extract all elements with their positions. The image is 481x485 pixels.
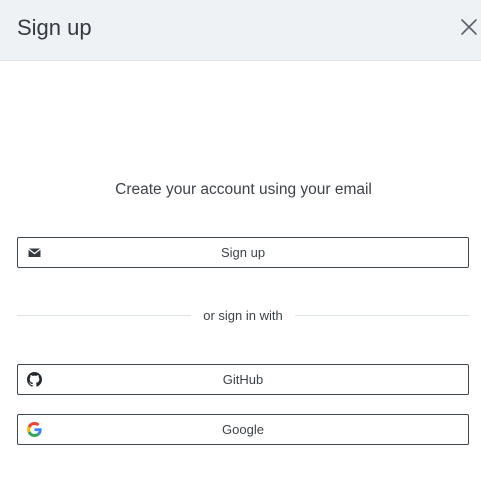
signup-subtitle: Create your account using your email	[115, 181, 372, 198]
dialog-header: Sign up	[0, 0, 481, 61]
email-signup-button[interactable]: Sign up	[17, 237, 469, 268]
close-icon[interactable]	[459, 17, 479, 37]
email-signup-label: Sign up	[220, 245, 266, 260]
google-signin-button[interactable]: Google	[17, 414, 469, 445]
github-signin-button[interactable]: GitHub	[17, 364, 469, 395]
divider-text: or sign in with	[203, 308, 283, 323]
signup-dialog: Sign up Create your account using your e…	[0, 0, 481, 485]
sign-in-divider: or sign in with	[17, 306, 469, 326]
divider-line-left	[17, 315, 191, 316]
divider-line-right	[295, 315, 469, 316]
github-label: GitHub	[222, 372, 264, 387]
google-label: Google	[222, 422, 264, 437]
dialog-title: Sign up	[17, 15, 92, 40]
